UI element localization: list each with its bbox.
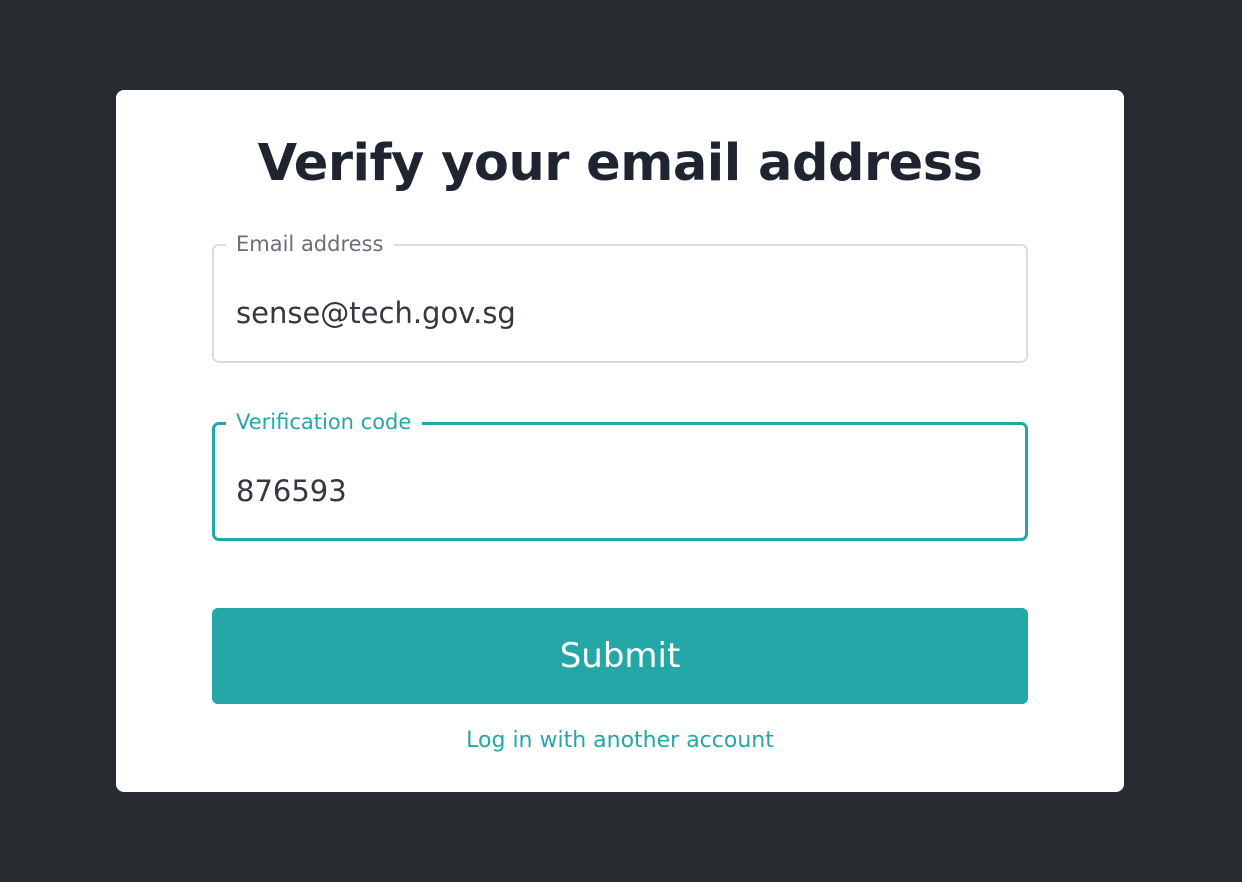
verification-code-input[interactable] [236,472,996,510]
login-another-account-link[interactable]: Log in with another account [116,726,1124,756]
verify-email-card: Verify your email address Email address … [116,90,1124,792]
page-title: Verify your email address [257,134,983,193]
verification-code-field[interactable]: Verification code [212,410,1028,541]
submit-button[interactable]: Submit [212,608,1028,704]
verification-code-label: Verification code [226,410,423,434]
email-field[interactable]: Email address [212,232,1028,363]
email-input[interactable] [236,294,996,332]
email-field-label: Email address [226,232,395,256]
